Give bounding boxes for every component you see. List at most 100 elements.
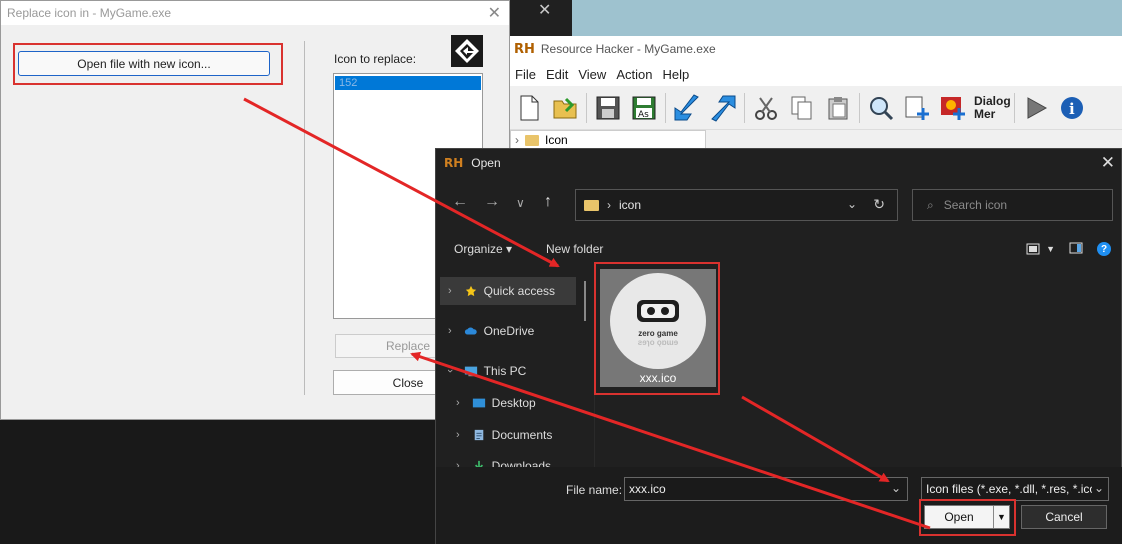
address-folder-label[interactable]: icon (619, 198, 641, 212)
chevron-right-icon[interactable]: › (448, 325, 452, 337)
download-icon (474, 460, 483, 467)
menu-view[interactable]: View (573, 67, 611, 82)
tree-item-icon-folder[interactable]: › Icon (510, 130, 706, 150)
nav-item-documents[interactable]: › Documents (448, 421, 584, 449)
navigation-pane: › Quick access › OneDrive › This PC › De… (436, 263, 596, 467)
view-controls: ▼ ? (1026, 242, 1111, 257)
desktop-background-dark (0, 420, 436, 544)
icon-to-replace-label: Icon to replace: (334, 52, 417, 66)
nav-item-downloads[interactable]: › Downloads (448, 452, 584, 467)
run-script-icon[interactable] (1021, 92, 1051, 124)
arrow-down-left-icon[interactable] (672, 92, 702, 124)
menu-edit[interactable]: Edit (541, 67, 573, 82)
nav-item-label: This PC (483, 364, 527, 378)
toolbar-separator (744, 92, 745, 123)
list-item[interactable]: 152 (335, 76, 481, 90)
chevron-right-icon[interactable]: › (456, 460, 460, 467)
add-resource-icon[interactable] (902, 92, 932, 124)
search-icon[interactable] (866, 92, 896, 124)
forward-arrow-icon[interactable]: → (484, 193, 500, 211)
chevron-right-icon[interactable]: › (515, 133, 519, 147)
close-icon[interactable]: ✕ (488, 3, 501, 23)
toolbar-separator (859, 92, 860, 123)
save-icon[interactable] (593, 92, 623, 124)
search-placeholder: Search icon (943, 198, 1008, 212)
address-bar[interactable]: › icon ⌄ ↻ (575, 189, 898, 221)
menu-help[interactable]: Help (657, 67, 694, 82)
nav-item-this-pc[interactable]: › This PC (440, 357, 576, 385)
back-arrow-icon[interactable]: ← (452, 193, 468, 211)
chevron-down-icon[interactable]: ⌄ (847, 197, 857, 211)
file-name-value: xxx.ico (629, 482, 666, 496)
help-icon[interactable]: ? (1097, 242, 1111, 256)
svg-text:As: As (638, 110, 649, 120)
new-folder-button[interactable]: New folder (546, 242, 603, 256)
search-input[interactable]: ⌕ Search icon (912, 189, 1113, 221)
new-file-icon[interactable] (514, 92, 544, 124)
gamemaker-logo-icon (451, 35, 483, 67)
nav-item-label: Documents (491, 428, 553, 442)
open-folder-icon[interactable] (550, 92, 580, 124)
info-icon[interactable]: i (1057, 92, 1087, 124)
file-name-input[interactable]: xxx.ico ⌄ (624, 477, 908, 501)
nav-item-desktop[interactable]: › Desktop (448, 389, 584, 417)
toolbar-separator (586, 92, 587, 123)
replace-dialog-title: Replace icon in - MyGame.exe (7, 6, 172, 20)
chevron-right-icon[interactable]: › (456, 429, 460, 441)
nav-item-label: Downloads (491, 459, 552, 467)
up-arrow-icon[interactable]: ↑ (544, 193, 552, 211)
nav-item-onedrive[interactable]: › OneDrive (440, 317, 576, 345)
refresh-icon[interactable]: ↻ (873, 196, 885, 213)
open-dialog-title: Open (471, 156, 501, 170)
folder-icon (584, 199, 599, 211)
chevron-right-icon[interactable]: › (456, 397, 460, 409)
file-type-select[interactable]: Icon files (*.exe, *.dll, *.res, *.ico ⌄ (921, 477, 1109, 501)
chevron-down-icon[interactable]: ⌄ (891, 481, 901, 495)
paste-icon[interactable] (823, 92, 853, 124)
toolbar-separator (665, 92, 666, 123)
nav-item-quick-access[interactable]: › Quick access (440, 277, 576, 305)
view-mode-icon[interactable]: ▼ (1026, 243, 1055, 255)
background-close-icon: ✕ (538, 2, 552, 19)
chevron-right-icon[interactable]: › (448, 285, 452, 297)
open-file-dialog: RH Open ✕ ← → ∨ ↑ › icon ⌄ ↻ ⌕ Search ic… (435, 148, 1122, 544)
vertical-divider (304, 41, 305, 395)
dialog-merge-line-2: Mer (974, 106, 996, 121)
open-button-label: Open (944, 510, 974, 524)
nav-scrollbar[interactable] (584, 281, 586, 321)
copy-icon[interactable] (787, 92, 817, 124)
save-as-icon[interactable]: As (629, 92, 659, 124)
open-button[interactable]: Open ▼ (924, 505, 1010, 529)
menu-action[interactable]: Action (611, 67, 657, 82)
rh-logo-icon: RH (444, 156, 464, 170)
chevron-down-icon[interactable]: › (444, 369, 456, 373)
thumbnail-text: zero game (638, 328, 678, 338)
nav-item-label: Quick access (483, 284, 556, 298)
split-dropdown-icon[interactable]: ▼ (993, 506, 1009, 528)
arrow-up-right-icon[interactable] (708, 92, 738, 124)
close-icon[interactable]: ✕ (1101, 153, 1115, 173)
file-item-xxx-ico[interactable]: zero game ƨɘɿo ǫɒɯɘ xxx.ico (600, 269, 716, 387)
rh-toolbar: As Dialog Mer i (510, 86, 1122, 130)
command-bar: Organize ▾ New folder ▼ ? (436, 237, 1122, 261)
organize-label: Organize (454, 242, 503, 256)
add-image-icon[interactable] (938, 92, 968, 124)
dialog-merger-button[interactable]: Dialog Mer (974, 94, 1011, 121)
folder-icon (525, 134, 539, 146)
preview-pane-icon[interactable] (1069, 242, 1083, 257)
cancel-button[interactable]: Cancel (1021, 505, 1107, 529)
file-name-label: File name: (566, 483, 623, 497)
toolbar-separator (1014, 92, 1015, 123)
chevron-down-icon[interactable]: ⌄ (1091, 481, 1104, 495)
search-icon: ⌕ (927, 197, 934, 212)
organize-menu-button[interactable]: Organize ▾ (454, 242, 512, 256)
computer-icon (464, 366, 477, 377)
open-file-with-new-icon-button[interactable]: Open file with new icon... (18, 51, 270, 76)
dialog-footer: File name: xxx.ico ⌄ Icon files (*.exe, … (436, 467, 1122, 544)
replace-dialog-titlebar: Replace icon in - MyGame.exe ✕ (1, 1, 509, 25)
open-dialog-titlebar: RH Open ✕ (436, 149, 1121, 177)
cut-icon[interactable] (751, 92, 781, 124)
chevron-down-icon[interactable]: ∨ (516, 196, 525, 210)
rh-menubar: File Edit View Action Help (510, 62, 1122, 86)
menu-file[interactable]: File (510, 67, 541, 82)
